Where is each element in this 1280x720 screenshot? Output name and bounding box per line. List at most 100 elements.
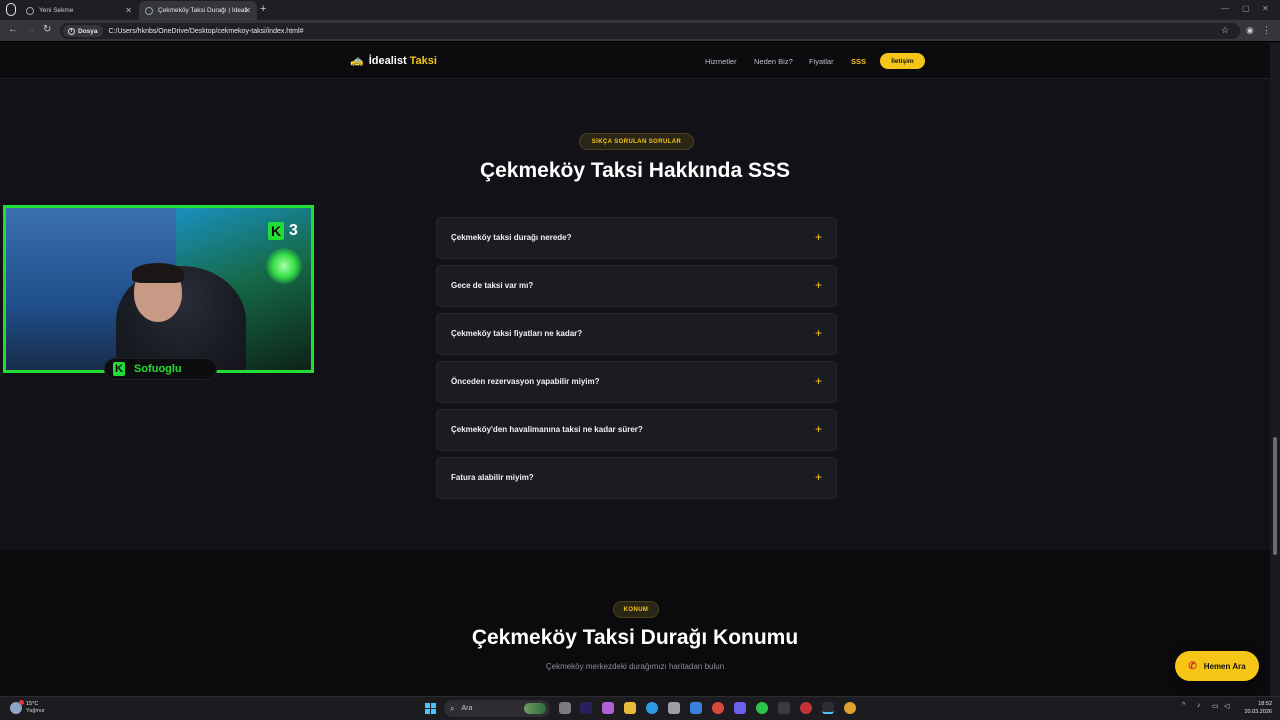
location-subtitle: Çekmeköy merkezdeki durağımızı haritadan… bbox=[545, 662, 725, 671]
back-icon[interactable]: ← bbox=[8, 24, 18, 35]
site-info-chip[interactable]: i Dosya bbox=[63, 25, 103, 37]
weather-condition: Yağmur bbox=[26, 708, 45, 714]
taskbar-search[interactable]: ⌕ Ara bbox=[444, 700, 550, 717]
expand-plus-icon[interactable]: + bbox=[815, 326, 822, 340]
close-icon[interactable]: ✕ bbox=[244, 6, 251, 15]
faq-item[interactable]: Fatura alabilir miyim? + bbox=[436, 457, 837, 499]
bookmark-star-icon[interactable]: ☆ bbox=[1221, 25, 1229, 36]
site-logo[interactable]: 🚕 İdealist Taksi bbox=[350, 54, 437, 68]
store-icon[interactable] bbox=[668, 702, 680, 714]
weather-temp: 15°C bbox=[26, 701, 39, 707]
search-highlight-art bbox=[524, 703, 546, 714]
globe-icon bbox=[26, 6, 34, 15]
site-navbar: 🚕 İdealist Taksi Hizmetler Neden Biz? Fi… bbox=[0, 43, 1270, 79]
faq-question: Fatura alabilir miyim? bbox=[451, 473, 534, 482]
address-bar[interactable]: i Dosya C:/Users/hknbs/OneDrive/Desktop/… bbox=[60, 23, 1240, 39]
call-now-button[interactable]: ✆ Hemen Ara bbox=[1175, 651, 1259, 681]
network-icon[interactable]: ▭ bbox=[1212, 702, 1219, 710]
logo-word-1: İdealist bbox=[368, 54, 407, 67]
faq-question: Önceden rezervasyon yapabilir miyim? bbox=[451, 377, 600, 386]
nav-link-fiyatlar[interactable]: Fiyatlar bbox=[809, 57, 834, 66]
faq-item[interactable]: Çekmeköy'den havalimanına taksi ne kadar… bbox=[436, 409, 837, 451]
chrome-icon[interactable] bbox=[712, 702, 724, 714]
browser-tab-bar: Yeni Sekme ✕ Çekmeköy Taksi Durağı | İde… bbox=[0, 0, 1280, 20]
nav-link-hizmetler[interactable]: Hizmetler bbox=[705, 57, 737, 66]
close-window-icon[interactable]: ✕ bbox=[1262, 4, 1269, 13]
faq-question: Çekmeköy taksi durağı nerede? bbox=[451, 233, 572, 242]
windows-start-icon[interactable] bbox=[425, 703, 436, 714]
info-icon: i bbox=[68, 27, 75, 35]
menu-icon[interactable]: ⋮ bbox=[1262, 25, 1271, 36]
logo-word-2: Taksi bbox=[409, 54, 437, 67]
green-light-glow bbox=[266, 248, 302, 284]
tab-title: Yeni Sekme bbox=[39, 7, 74, 14]
microphone-tray-icon[interactable]: ♪ bbox=[1197, 702, 1201, 709]
faq-question: Çekmeköy taksi fiyatları ne kadar? bbox=[451, 329, 583, 338]
tab-title: Çekmeköy Taksi Durağı | İdealis bbox=[158, 7, 248, 14]
reload-icon[interactable]: ↻ bbox=[43, 24, 51, 35]
tab-cekmekoy[interactable]: Çekmeköy Taksi Durağı | İdealis ✕ bbox=[139, 1, 257, 20]
faq-item[interactable]: Gece de taksi var mı? + bbox=[436, 265, 837, 307]
tab-new[interactable]: Yeni Sekme ✕ bbox=[20, 1, 138, 20]
weather-widget[interactable]: 15°C Yağmur bbox=[10, 700, 45, 715]
close-icon[interactable]: ✕ bbox=[125, 6, 132, 15]
location-badge: KONUM bbox=[613, 601, 659, 618]
tray-expand-icon[interactable]: ^ bbox=[1182, 702, 1185, 709]
faq-item[interactable]: Çekmeköy taksi fiyatları ne kadar? + bbox=[436, 313, 837, 355]
security-label: Dosya bbox=[78, 27, 98, 35]
faq-question: Gece de taksi var mı? bbox=[451, 281, 534, 290]
streamer-name-bar: K Sofuoglu bbox=[104, 358, 217, 380]
faq-badge: SIKÇA SORULAN SORULAR bbox=[579, 133, 694, 150]
task-view-icon[interactable] bbox=[559, 702, 571, 714]
faq-item[interactable]: Önceden rezervasyon yapabilir miyim? + bbox=[436, 361, 837, 403]
expand-plus-icon[interactable]: + bbox=[815, 374, 822, 388]
edge-icon[interactable] bbox=[646, 702, 658, 714]
search-placeholder: Ara bbox=[461, 705, 473, 712]
app-red-icon[interactable] bbox=[800, 702, 812, 714]
expand-plus-icon[interactable]: + bbox=[815, 278, 822, 292]
file-explorer-icon[interactable] bbox=[624, 702, 636, 714]
plus-icon[interactable]: + bbox=[260, 3, 266, 15]
clock-date: 20.03.2026 bbox=[1244, 709, 1272, 715]
webcam-overlay: K 3 bbox=[3, 205, 314, 373]
badge-number: 3 bbox=[289, 222, 298, 239]
streamer-hair bbox=[132, 263, 184, 283]
premiere-icon[interactable] bbox=[580, 702, 592, 714]
clock-time: 18:52 bbox=[1258, 701, 1272, 707]
contact-button[interactable]: İletişim bbox=[880, 53, 925, 69]
expand-plus-icon[interactable]: + bbox=[815, 230, 822, 244]
terminal-icon[interactable] bbox=[778, 702, 790, 714]
search-icon: ⌕ bbox=[450, 703, 455, 713]
profile-icon[interactable]: ◉ bbox=[1246, 25, 1254, 36]
vscode-icon[interactable] bbox=[822, 702, 834, 714]
minimize-icon[interactable]: — bbox=[1221, 4, 1229, 13]
faq-item[interactable]: Çekmeköy taksi durağı nerede? + bbox=[436, 217, 837, 259]
page-scrollbar[interactable] bbox=[1270, 43, 1280, 696]
faq-question: Çekmeköy'den havalimanına taksi ne kadar… bbox=[451, 425, 643, 434]
app-icon[interactable] bbox=[602, 702, 614, 714]
kick-level-badge: K 3 bbox=[268, 222, 298, 240]
taxi-car-icon: 🚕 bbox=[350, 55, 364, 67]
nav-link-sss[interactable]: SSS bbox=[851, 57, 866, 66]
volume-icon[interactable]: ◁ bbox=[1224, 702, 1229, 710]
phone-icon: ✆ bbox=[1188, 660, 1197, 672]
whatsapp-icon[interactable] bbox=[756, 702, 768, 714]
scrollbar-thumb[interactable] bbox=[1273, 437, 1277, 555]
discord-icon[interactable] bbox=[734, 702, 746, 714]
mail-icon[interactable] bbox=[690, 702, 702, 714]
location-title: Çekmeköy Taksi Durağı Konumu bbox=[471, 626, 799, 649]
nav-link-neden-biz[interactable]: Neden Biz? bbox=[754, 57, 793, 66]
maximize-icon[interactable]: ▢ bbox=[1242, 4, 1250, 13]
windows-taskbar: 15°C Yağmur ⌕ Ara ^ ♪ ▭ ◁ 18:52 20.03.20… bbox=[0, 696, 1280, 720]
rain-cloud-icon bbox=[10, 700, 24, 714]
location-section: KONUM Çekmeköy Taksi Durağı Konumu Çekme… bbox=[0, 550, 1270, 696]
expand-plus-icon[interactable]: + bbox=[815, 422, 822, 436]
microphone-icon bbox=[6, 3, 16, 16]
system-clock[interactable]: 18:52 20.03.2026 bbox=[1240, 700, 1272, 716]
url-text[interactable]: C:/Users/hknbs/OneDrive/Desktop/cekmekoy… bbox=[109, 28, 304, 35]
chrome-profile-icon[interactable] bbox=[844, 702, 856, 714]
expand-plus-icon[interactable]: + bbox=[815, 470, 822, 484]
call-button-label: Hemen Ara bbox=[1203, 661, 1246, 671]
streamer-name: Sofuoglu bbox=[134, 363, 182, 375]
forward-icon[interactable]: → bbox=[26, 24, 36, 35]
